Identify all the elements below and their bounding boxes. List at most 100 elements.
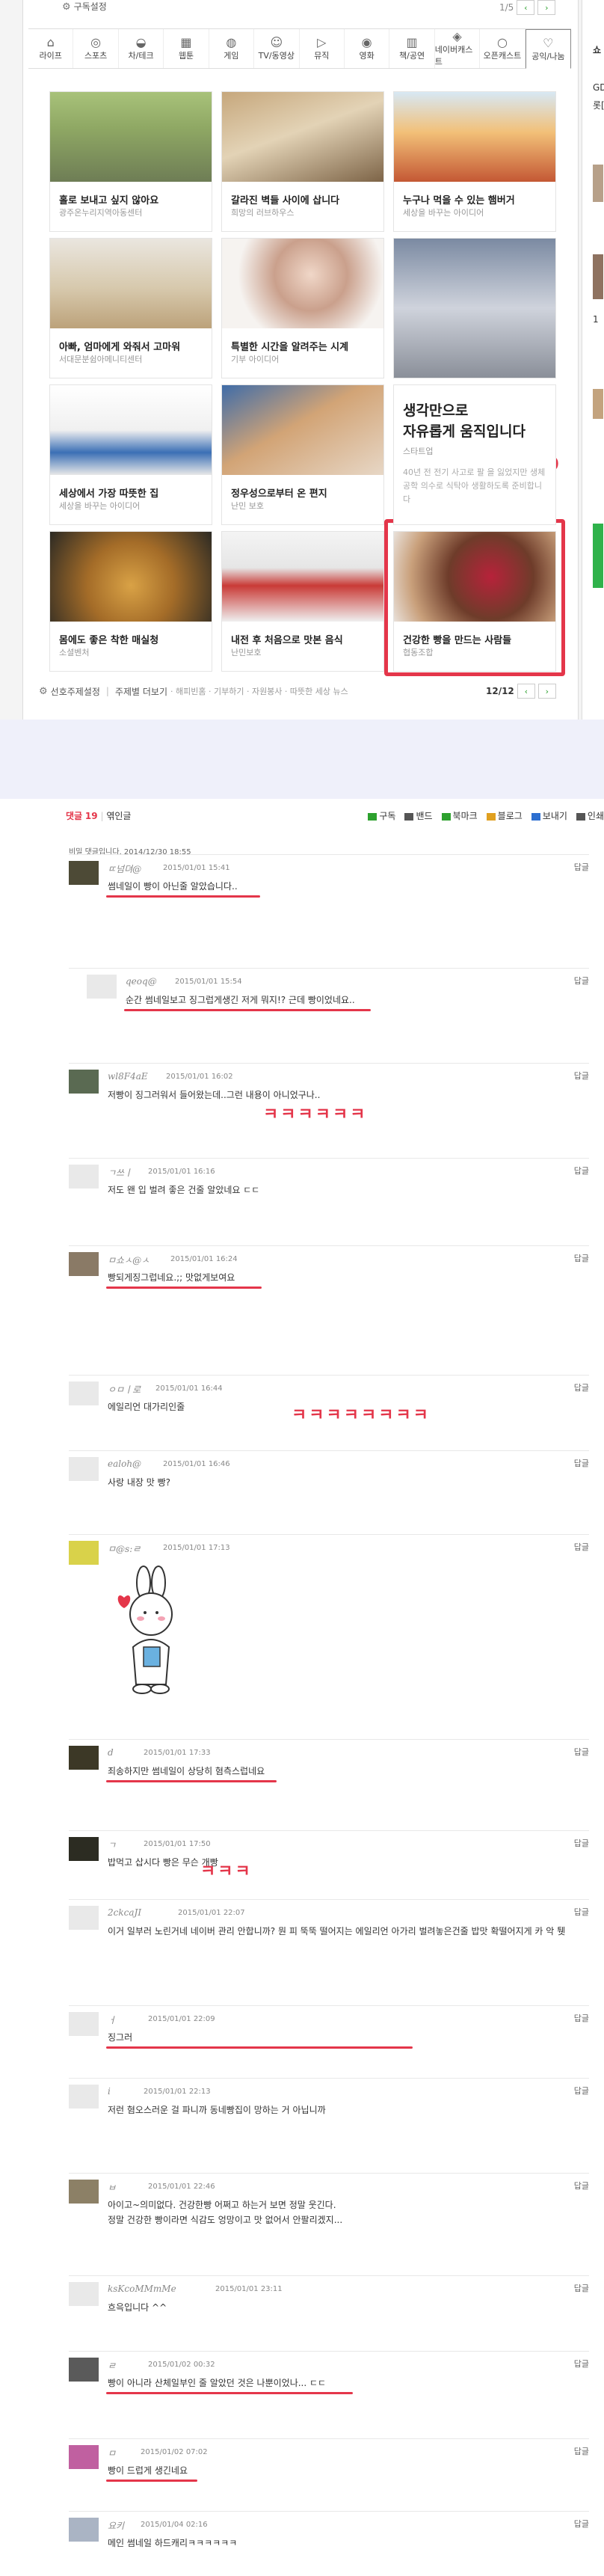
card-title[interactable]: 정우성으로부터 온 편지 <box>231 485 327 500</box>
prev-arrow-icon[interactable]: ‹ <box>517 684 535 699</box>
share-action[interactable]: 블로그 <box>486 809 523 822</box>
card-image[interactable] <box>50 385 212 475</box>
share-action[interactable]: 인쇄 <box>576 809 604 822</box>
comment-nickname[interactable]: 2ckcaJI <box>108 1907 141 1918</box>
share-action[interactable]: 구독 <box>368 809 395 822</box>
reply-button[interactable]: 답글 <box>574 2358 589 2370</box>
avatar[interactable] <box>69 1541 99 1565</box>
content-card[interactable]: 갈라진 벽들 사이에 삽니다 희망의 러브하우스 <box>221 91 384 232</box>
tab-item[interactable]: ♡ 공익/나눔 <box>525 29 572 69</box>
avatar[interactable] <box>69 1165 99 1189</box>
reply-button[interactable]: 답글 <box>574 2518 589 2530</box>
content-card[interactable]: 생각만으로 자유롭게 움직입니다 스타트업 40년 전 전기 사고로 팔 을 잃었지… <box>393 384 556 525</box>
share-action[interactable]: 북마크 <box>441 809 478 822</box>
comment-nickname[interactable]: ㅁ쇼ㅅ@ㅅ <box>108 1254 150 1266</box>
avatar[interactable] <box>69 2012 99 2036</box>
tab-item[interactable]: ◒ 차/테크 <box>119 29 164 68</box>
reply-button[interactable]: 답글 <box>574 1906 589 1918</box>
prev-arrow-icon[interactable]: ‹ <box>517 0 535 15</box>
card-image[interactable] <box>50 92 212 182</box>
comment-nickname[interactable]: ㅓ <box>108 2014 116 2026</box>
avatar[interactable] <box>87 975 117 999</box>
tab-item[interactable]: ▥ 책/공연 <box>389 29 435 68</box>
reply-button[interactable]: 답글 <box>574 1457 589 1469</box>
content-card[interactable]: 누구나 먹을 수 있는 햄버거 세상을 바꾸는 아이디어 <box>393 91 556 232</box>
avatar[interactable] <box>69 2085 99 2109</box>
subscribe-settings-link[interactable]: 구독설정 <box>74 1 107 12</box>
card-title[interactable]: 내전 후 처음으로 맛본 음식 <box>231 632 343 646</box>
card-image[interactable] <box>222 239 383 328</box>
avatar[interactable] <box>69 2358 99 2382</box>
content-card[interactable]: 세상에서 가장 따뜻한 집 세상을 바꾸는 아이디어 <box>49 384 212 525</box>
content-card[interactable]: 아빠, 엄마에게 와줘서 고마워 서대문분쉼아메니티센터 <box>49 238 212 378</box>
tab-item[interactable]: ◍ 게임 <box>209 29 255 68</box>
comment-nickname[interactable]: ㅇㅁㅣ로 <box>108 1383 141 1396</box>
tab-item[interactable]: ▦ 웹툰 <box>164 29 209 68</box>
content-card[interactable]: 정우성으로부터 온 편지 난민 보호 <box>221 384 384 525</box>
right-panel-banner[interactable] <box>593 524 603 588</box>
comment-nickname[interactable]: qeoq@ <box>126 976 157 987</box>
comment-nickname[interactable]: ㅁ <box>108 2447 116 2459</box>
comment-nickname[interactable]: wl8F4aE <box>108 1071 148 1082</box>
avatar[interactable] <box>69 2180 99 2204</box>
reply-button[interactable]: 답글 <box>574 1252 589 1264</box>
comment-nickname[interactable]: ksKcoMMmMe <box>108 2284 176 2294</box>
avatar[interactable] <box>69 1070 99 1094</box>
share-action[interactable]: 보내기 <box>531 809 567 822</box>
comment-nickname[interactable]: 요키 <box>108 2519 124 2532</box>
reply-button[interactable]: 답글 <box>574 2085 589 2097</box>
comment-nickname[interactable]: ㅂ <box>108 2181 116 2194</box>
card-image[interactable] <box>394 239 555 378</box>
avatar[interactable] <box>69 1906 99 1930</box>
reply-button[interactable]: 답글 <box>574 975 589 987</box>
card-image[interactable] <box>222 532 383 622</box>
content-card[interactable] <box>393 238 556 378</box>
avatar[interactable] <box>69 1746 99 1770</box>
comment-nickname[interactable]: ㄸ넘뎌@ <box>108 862 141 875</box>
content-card[interactable]: 건강한 빵을 만드는 사람들 협동조합 <box>393 531 556 672</box>
card-title[interactable]: 홀로 보내고 싶지 않아요 <box>59 192 158 206</box>
right-panel-thumb[interactable] <box>593 254 603 299</box>
right-panel-thumb[interactable] <box>593 165 603 202</box>
topic-settings-link[interactable]: 선호주제설정 <box>51 685 100 698</box>
reply-button[interactable]: 답글 <box>574 2445 589 2457</box>
comment-nickname[interactable]: ㄱ <box>108 1839 116 1851</box>
card-title[interactable]: 건강한 빵을 만드는 사람들 <box>403 632 511 646</box>
avatar[interactable] <box>69 861 99 885</box>
comment-nickname[interactable]: ㄹ <box>108 2359 116 2372</box>
content-card[interactable]: 홀로 보내고 싶지 않아요 광주온누리지역아동센터 <box>49 91 212 232</box>
right-panel-thumb[interactable] <box>593 389 603 419</box>
card-image[interactable] <box>222 92 383 182</box>
content-card[interactable]: 몸에도 좋은 착한 매실청 소셜벤처 <box>49 531 212 672</box>
reply-button[interactable]: 답글 <box>574 1837 589 1849</box>
content-card[interactable]: 내전 후 처음으로 맛본 음식 난민보호 <box>221 531 384 672</box>
card-title[interactable]: 생각만으로 자유롭게 움직입니다 <box>403 400 526 442</box>
content-card[interactable]: 특별한 시간을 알려주는 시계 기부 아이디어 <box>221 238 384 378</box>
tab-item[interactable]: ⌂ 라이프 <box>28 29 74 68</box>
comment-nickname[interactable]: ㅁ@s:ㄹ <box>108 1542 141 1555</box>
trackback-label[interactable]: 엮인글 <box>106 811 131 821</box>
comment-nickname[interactable]: d <box>108 1747 114 1758</box>
footer-links[interactable]: · 해피빈홈 · 기부하기 · 자원봉사 · 따뜻한 세상 뉴스 <box>170 685 348 697</box>
tab-item[interactable]: ◉ 영화 <box>345 29 390 68</box>
comment-nickname[interactable]: ealoh@ <box>108 1459 141 1469</box>
card-image[interactable] <box>50 239 212 328</box>
gear-icon[interactable]: ⚙ <box>39 686 48 697</box>
avatar[interactable] <box>69 1837 99 1861</box>
card-title[interactable]: 누구나 먹을 수 있는 햄버거 <box>403 192 515 206</box>
tab-item[interactable]: ◈ 네이버캐스트 <box>435 29 481 68</box>
reply-button[interactable]: 답글 <box>574 861 589 873</box>
next-arrow-icon[interactable]: › <box>537 684 556 699</box>
avatar[interactable] <box>69 2282 99 2306</box>
card-image[interactable] <box>394 92 555 182</box>
tab-item[interactable]: ○ 오픈캐스트 <box>480 29 526 68</box>
tab-item[interactable]: ◎ 스포츠 <box>73 29 119 68</box>
card-title[interactable]: 특별한 시간을 알려주는 시계 <box>231 339 348 353</box>
gear-icon[interactable]: ⚙ <box>62 1 71 13</box>
reply-button[interactable]: 답글 <box>574 2012 589 2024</box>
avatar[interactable] <box>69 2518 99 2542</box>
tab-item[interactable]: ▷ 뮤직 <box>300 29 345 68</box>
card-image[interactable] <box>222 385 383 475</box>
more-by-topic-link[interactable]: 주제별 더보기 <box>115 685 167 698</box>
reply-button[interactable]: 답글 <box>574 1541 589 1553</box>
